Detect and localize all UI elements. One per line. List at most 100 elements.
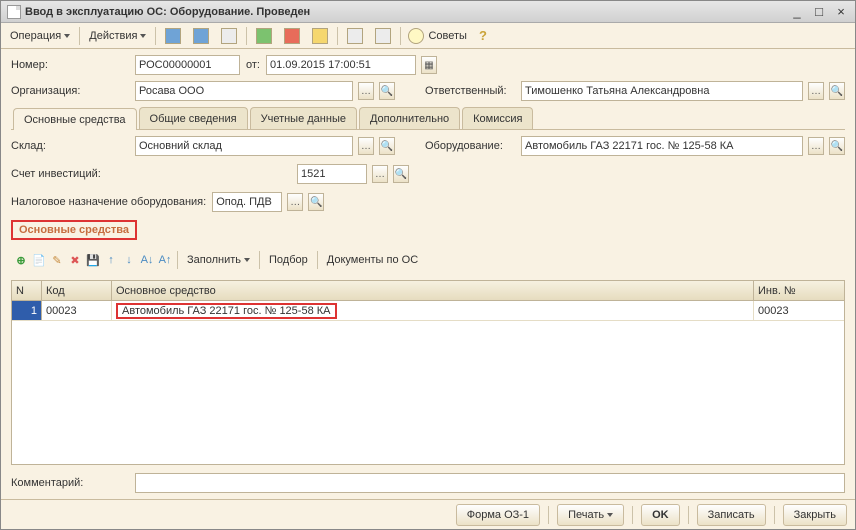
comment-field[interactable] [135,473,845,493]
equipment-field[interactable] [521,136,803,156]
equipment-input[interactable] [525,140,799,152]
sort-asc-button[interactable]: A↓ [139,252,155,268]
warehouse-field[interactable] [135,136,353,156]
save-button[interactable]: Записать [697,504,766,526]
warehouse-search-button[interactable]: 🔍 [379,137,395,155]
select-label: Подбор [269,254,308,266]
unpost-button[interactable] [279,25,305,47]
copy-icon: 📄 [32,254,46,267]
comment-input[interactable] [139,477,841,489]
fill-label: Заполнить [187,254,241,266]
col-main[interactable]: Основное средство [112,281,754,300]
warehouse-choose-button[interactable]: … [358,137,374,155]
select-button[interactable]: Подбор [264,249,313,271]
grid-header: N Код Основное средство Инв. № [12,281,844,301]
organisation-field[interactable] [135,81,353,101]
warehouse-input[interactable] [139,140,349,152]
assets-grid: N Код Основное средство Инв. № 1 00023 А… [11,280,845,465]
responsible-search-button[interactable]: 🔍 [829,82,845,100]
edit-row-button[interactable]: ✎ [49,252,65,268]
row-warehouse: Склад: … 🔍 Оборудование: … 🔍 [11,136,845,156]
copy-row-button[interactable]: 📄 [31,252,47,268]
responsible-field[interactable] [521,81,803,101]
responsible-input[interactable] [525,85,799,97]
move-down-button[interactable]: ↓ [121,252,137,268]
info-button[interactable] [370,25,396,47]
number-input[interactable] [139,59,236,71]
date-input[interactable] [270,59,412,71]
ok-button[interactable]: OK [641,504,680,526]
col-n[interactable]: N [12,281,42,300]
print-menu[interactable]: Печать [557,504,624,526]
responsible-choose-button[interactable]: … [808,82,824,100]
search-icon: 🔍 [395,169,407,180]
docs-button[interactable]: Документы по ОС [322,249,423,271]
tab-extra[interactable]: Дополнительно [359,107,460,129]
nav-button-3[interactable] [216,25,242,47]
minimize-button[interactable]: _ [789,4,805,19]
equipment-search-button[interactable]: 🔍 [829,137,845,155]
form-oz1-button[interactable]: Форма ОЗ-1 [456,504,540,526]
col-code[interactable]: Код [42,281,112,300]
fill-menu[interactable]: Заполнить [182,249,255,271]
account-choose-button[interactable]: … [372,165,388,183]
icon [375,28,391,44]
structure-button[interactable] [342,25,368,47]
move-up-button[interactable]: ↑ [103,252,119,268]
add-row-button[interactable]: ⊕ [13,252,29,268]
nav-button-1[interactable] [160,25,186,47]
cell-inv: 00023 [754,301,844,320]
equipment-choose-button[interactable]: … [808,137,824,155]
sort-desc-button[interactable]: A↑ [157,252,173,268]
chevron-down-icon [244,258,250,262]
tax-choose-button[interactable]: … [287,193,303,211]
search-icon: 🔍 [381,141,393,152]
col-inv[interactable]: Инв. № [754,281,844,300]
date-picker-button[interactable]: ▦ [421,56,437,74]
debitcredit-button[interactable] [307,25,333,47]
hints-button[interactable]: Советы [405,25,471,47]
close-label: Закрыть [794,509,836,521]
date-field[interactable] [266,55,416,75]
cell-n: 1 [12,301,42,320]
label-responsible: Ответственный: [425,85,515,97]
account-input[interactable] [301,168,363,180]
tax-field[interactable] [212,192,282,212]
close-footer-button[interactable]: Закрыть [783,504,847,526]
cell-code: 00023 [42,301,112,320]
arrow-down-icon: ↓ [126,254,132,266]
delete-row-button[interactable]: ✖ [67,252,83,268]
tax-search-button[interactable]: 🔍 [308,193,324,211]
tax-input[interactable] [216,196,278,208]
number-field[interactable] [135,55,240,75]
tab-account[interactable]: Учетные данные [250,107,357,129]
search-icon: 🔍 [310,197,322,208]
organisation-choose-button[interactable]: … [358,82,374,100]
disk-icon: 💾 [86,254,100,267]
delete-icon: ✖ [70,254,79,267]
tab-general[interactable]: Общие сведения [139,107,248,129]
save-button[interactable]: 💾 [85,252,101,268]
account-field[interactable] [297,164,367,184]
grid-body[interactable]: 1 00023 Автомобиль ГАЗ 22171 гос. № 125-… [12,301,844,464]
label-comment: Комментарий: [11,477,129,489]
post-button[interactable] [251,25,277,47]
organisation-input[interactable] [139,85,349,97]
icon [221,28,237,44]
close-button[interactable]: × [833,4,849,19]
tab-label: Основные средства [24,114,126,126]
document-icon [7,5,21,19]
tab-main[interactable]: Основные средства [13,108,137,130]
tab-commission[interactable]: Комиссия [462,107,533,129]
help-button[interactable]: ? [474,25,492,47]
table-row[interactable]: 1 00023 Автомобиль ГАЗ 22171 гос. № 125-… [12,301,844,321]
organisation-search-button[interactable]: 🔍 [379,82,395,100]
maximize-button[interactable]: □ [811,4,827,19]
separator [155,27,156,45]
actions-menu[interactable]: Действия [84,25,151,47]
operation-menu[interactable]: Операция [5,25,75,47]
chevron-down-icon [64,34,70,38]
account-search-button[interactable]: 🔍 [393,165,409,183]
tab-label: Учетные данные [261,113,346,125]
nav-button-2[interactable] [188,25,214,47]
